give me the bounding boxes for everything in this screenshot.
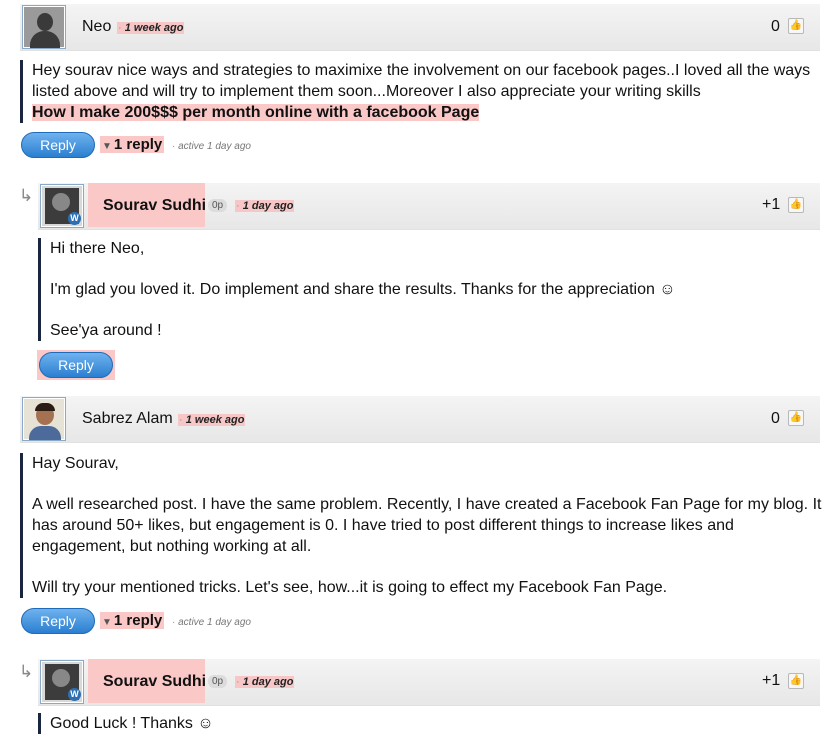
timestamp[interactable]: · 1 day ago xyxy=(235,676,295,688)
avatar[interactable] xyxy=(22,5,66,49)
author-name[interactable]: Sourav Sudhi xyxy=(103,197,206,215)
avatar[interactable]: W xyxy=(40,660,84,704)
timestamp[interactable]: · 1 week ago xyxy=(178,414,246,426)
vote-score: +1 xyxy=(762,196,781,213)
points-badge: 0p xyxy=(208,675,228,688)
author-name[interactable]: Sabrez Alam xyxy=(82,410,173,428)
comment-text: A well researched post. I have the same … xyxy=(32,496,822,555)
avatar[interactable] xyxy=(22,397,66,441)
wordpress-icon: W xyxy=(68,688,81,701)
vote-score: +1 xyxy=(762,672,781,689)
comment-text: Hey sourav nice ways and strategies to m… xyxy=(32,62,811,100)
thumbs-up-icon[interactable]: 👍 xyxy=(788,18,804,34)
comment-body: Hi there Neo, I'm glad you loved it. Do … xyxy=(38,238,820,341)
reply-arrow-icon: ↳ xyxy=(19,186,34,205)
vote-score: 0 xyxy=(771,410,780,427)
timestamp[interactable]: · 1 week ago xyxy=(117,22,185,34)
reply-button[interactable]: Reply xyxy=(21,132,95,158)
comment-text: Hay Sourav, xyxy=(32,455,119,472)
activity-status: · active 1 day ago xyxy=(172,617,251,628)
thumbs-up-icon[interactable]: 👍 xyxy=(788,410,804,426)
comment-text: Good Luck ! Thanks ☺ xyxy=(50,715,214,732)
promo-link[interactable]: How I make 200$$$ per month online with … xyxy=(32,104,480,121)
reply-arrow-icon: ↳ xyxy=(19,662,34,681)
author-name[interactable]: Neo xyxy=(82,18,111,36)
timestamp[interactable]: · 1 day ago xyxy=(235,200,295,212)
comment-body: Hey sourav nice ways and strategies to m… xyxy=(20,60,822,123)
author-name[interactable]: Sourav Sudhi xyxy=(103,673,206,691)
vote-score: 0 xyxy=(771,18,780,35)
replies-toggle[interactable]: ▼ 1 reply xyxy=(100,612,165,629)
points-badge: 0p xyxy=(208,199,228,212)
thumbs-up-icon[interactable]: 👍 xyxy=(788,673,804,689)
comment-text: I'm glad you loved it. Do implement and … xyxy=(50,281,676,298)
triangle-down-icon: ▼ xyxy=(102,141,112,152)
comment-text: Hi there Neo, xyxy=(50,240,145,257)
reply-button[interactable]: Reply xyxy=(21,608,95,634)
comment-text: See'ya around ! xyxy=(50,322,162,339)
wordpress-icon: W xyxy=(68,212,81,225)
thumbs-up-icon[interactable]: 👍 xyxy=(788,197,804,213)
activity-status: · active 1 day ago xyxy=(172,141,251,152)
avatar[interactable]: W xyxy=(40,184,84,228)
reply-button[interactable]: Reply xyxy=(39,352,113,378)
replies-toggle[interactable]: ▼ 1 reply xyxy=(100,136,165,153)
comment-body: Hay Sourav, A well researched post. I ha… xyxy=(20,453,822,598)
triangle-down-icon: ▼ xyxy=(102,617,112,628)
comment-body: Good Luck ! Thanks ☺ xyxy=(38,713,820,734)
comment-text: Will try your mentioned tricks. Let's se… xyxy=(32,579,668,596)
